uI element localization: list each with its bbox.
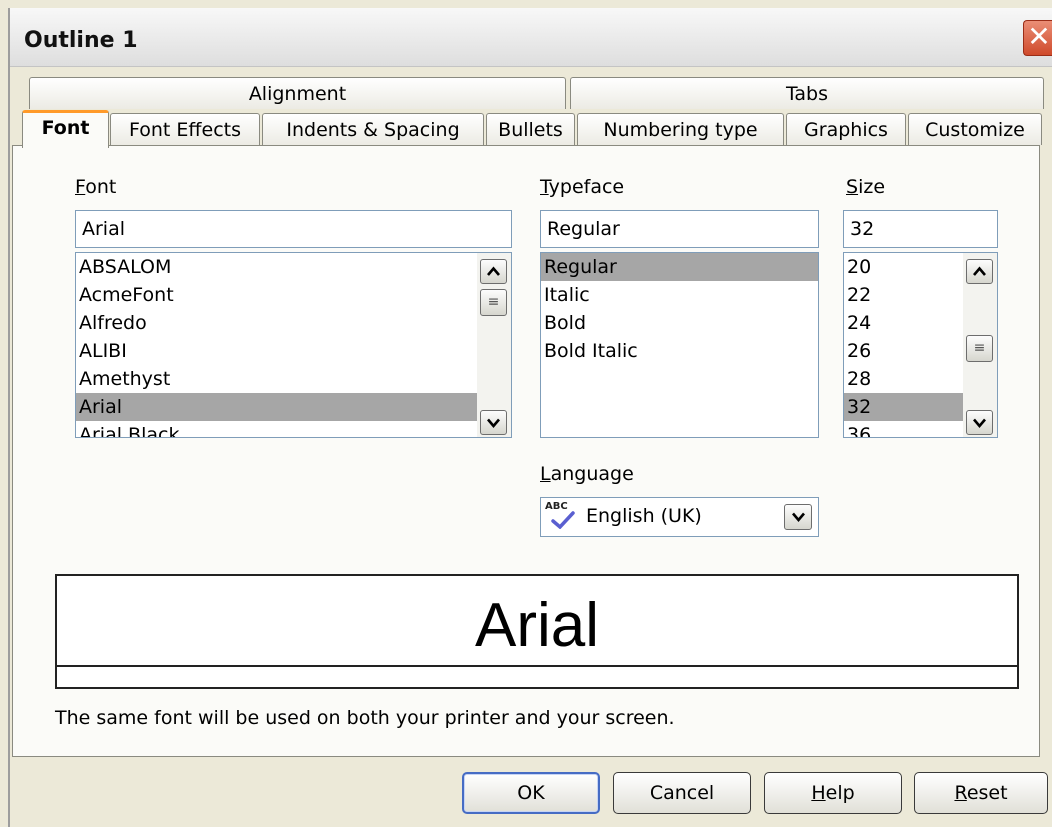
tab-font-effects[interactable]: Font Effects — [110, 113, 260, 145]
size-list-scrollbar[interactable]: ≡ — [963, 253, 997, 437]
cancel-button[interactable]: Cancel — [613, 772, 751, 814]
tab-label: Customize — [925, 119, 1025, 141]
language-label: Language — [540, 463, 634, 485]
tab-label: Graphics — [804, 119, 888, 141]
font-list-scrollbar[interactable]: ≡ — [477, 253, 511, 437]
tab-bullets[interactable]: Bullets — [486, 113, 575, 145]
tab-customize[interactable]: Customize — [908, 113, 1042, 145]
list-item[interactable]: Amethyst — [76, 365, 511, 393]
tab-label: Font — [41, 117, 90, 139]
scroll-down-button[interactable] — [966, 410, 993, 435]
tab-graphics[interactable]: Graphics — [786, 113, 906, 145]
button-label: Cancel — [649, 782, 715, 804]
title-bar[interactable]: Outline 1 ✕ — [10, 8, 1052, 67]
chevron-down-icon — [487, 418, 500, 429]
button-label: eset — [966, 782, 1008, 804]
button-label: elp — [825, 782, 855, 804]
list-item[interactable]: Bold — [541, 309, 818, 337]
chevron-down-icon — [973, 418, 986, 429]
tab-label: Font Effects — [129, 119, 241, 141]
list-item[interactable]: Bold Italic — [541, 337, 818, 365]
scroll-down-button[interactable] — [480, 410, 507, 435]
font-name-value: Arial — [82, 218, 126, 240]
typeface-label: Typeface — [540, 176, 625, 198]
scroll-up-button[interactable] — [480, 259, 507, 284]
size-list[interactable]: 20 22 24 26 28 32 36 ≡ — [843, 252, 998, 438]
size-input[interactable]: 32 — [843, 210, 998, 248]
scroll-up-button[interactable] — [966, 259, 993, 284]
list-item[interactable]: Alfredo — [76, 309, 511, 337]
language-select[interactable]: ABC English (UK) — [540, 497, 819, 537]
tab-label: Numbering type — [603, 119, 758, 141]
typeface-list[interactable]: Regular Italic Bold Bold Italic — [540, 252, 819, 438]
chevron-down-icon — [791, 512, 805, 523]
dropdown-button[interactable] — [784, 504, 812, 530]
help-button[interactable]: Help — [764, 772, 902, 814]
font-name-input[interactable]: Arial — [75, 210, 512, 248]
list-item-selected[interactable]: 32 — [844, 393, 963, 421]
tab-alignment[interactable]: Alignment — [29, 77, 566, 109]
language-value: English (UK) — [586, 505, 702, 527]
preview-text: Arial — [474, 591, 600, 660]
list-item[interactable]: Arial Black — [76, 421, 511, 437]
tab-label: Bullets — [498, 119, 563, 141]
tab-indents-spacing[interactable]: Indents & Spacing — [262, 113, 484, 145]
dialog-title: Outline 1 — [24, 28, 138, 53]
tab-label: Tabs — [785, 83, 829, 105]
list-item-selected[interactable]: Regular — [541, 253, 818, 281]
list-item[interactable]: ABSALOM — [76, 253, 511, 281]
close-button[interactable]: ✕ — [1023, 20, 1052, 56]
typeface-input[interactable]: Regular — [540, 210, 819, 248]
list-item[interactable]: AcmeFont — [76, 281, 511, 309]
list-item[interactable]: ALIBI — [76, 337, 511, 365]
tab-tabs[interactable]: Tabs — [570, 77, 1044, 109]
button-label: OK — [517, 782, 545, 804]
scroll-thumb[interactable]: ≡ — [966, 335, 993, 362]
font-preview: Arial — [55, 574, 1019, 689]
spellcheck-icon: ABC — [545, 501, 579, 531]
font-list[interactable]: ABSALOM AcmeFont Alfredo ALIBI Amethyst … — [75, 252, 512, 438]
chevron-up-icon — [487, 266, 500, 276]
close-icon: ✕ — [1027, 20, 1051, 53]
tab-numbering-type[interactable]: Numbering type — [577, 113, 784, 145]
size-value: 32 — [850, 218, 875, 240]
list-item-selected[interactable]: Arial — [76, 393, 477, 421]
ok-button[interactable]: OK — [462, 772, 600, 814]
chevron-up-icon — [973, 266, 986, 276]
reset-button[interactable]: Reset — [914, 772, 1048, 814]
tab-label: Indents & Spacing — [286, 119, 460, 141]
font-label: Font — [75, 176, 117, 198]
tab-font[interactable]: Font — [22, 110, 109, 148]
preview-baseline — [57, 665, 1017, 667]
font-note: The same font will be used on both your … — [55, 707, 675, 729]
list-item[interactable]: Italic — [541, 281, 818, 309]
tab-label: Alignment — [248, 83, 347, 105]
typeface-value: Regular — [547, 218, 620, 240]
scroll-thumb[interactable]: ≡ — [480, 289, 507, 316]
size-label: Size — [846, 176, 886, 198]
